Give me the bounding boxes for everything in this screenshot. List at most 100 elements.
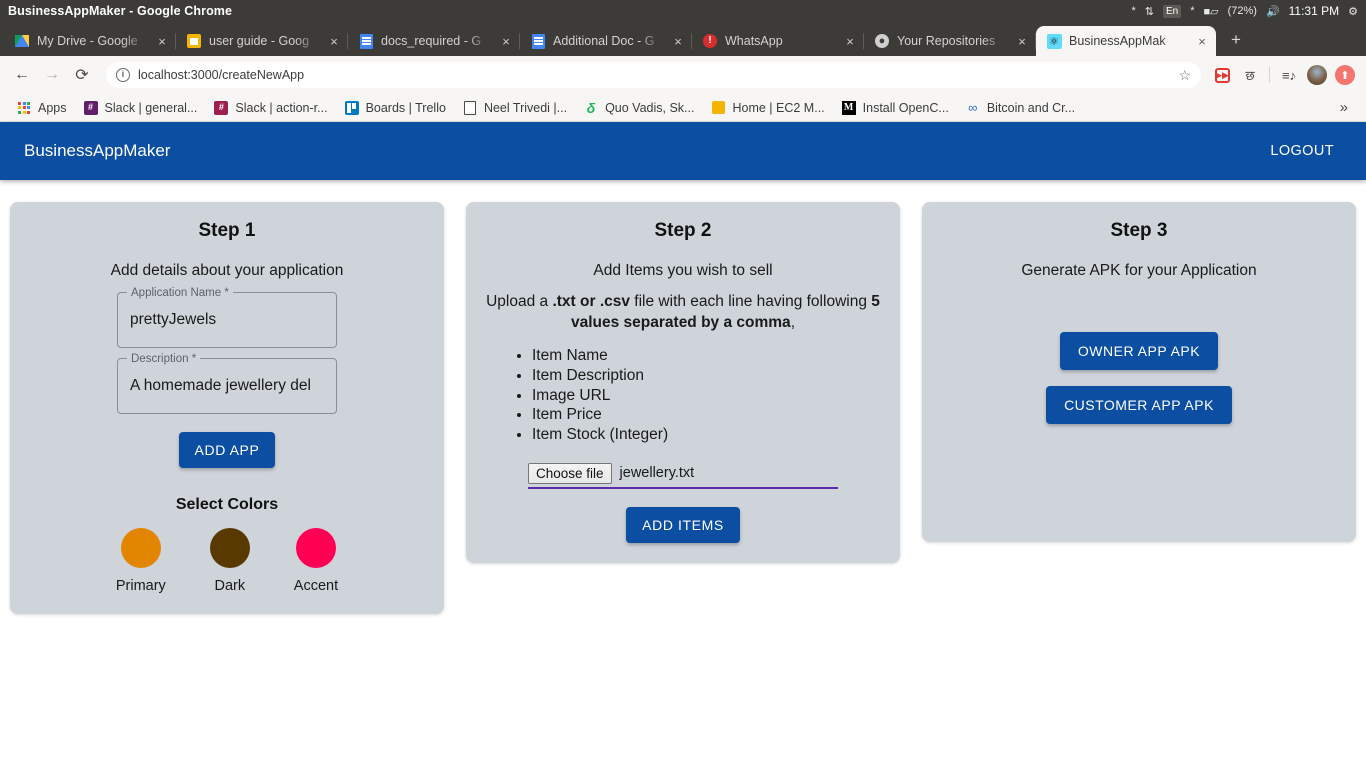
description-field-wrap: Description * A homemade jewellery del [117,352,337,414]
browser-tab[interactable]: docs_required - G × [348,26,520,56]
step2-title: Step 2 [654,220,712,241]
bookmark-label: Bitcoin and Cr... [986,100,1076,115]
logout-button[interactable]: LOGOUT [1262,137,1342,165]
os-titlebar: BusinessAppMaker - Google Chrome * ⇅ En … [0,0,1366,22]
document-icon [462,100,478,116]
app-name-value: prettyJewels [130,311,217,328]
browser-tab[interactable]: ! WhatsApp × [692,26,864,56]
step3-title: Step 3 [1110,220,1168,241]
step2-subtitle: Add Items you wish to sell [593,262,773,279]
react-icon: ⚛ [1046,33,1062,49]
browser-tab[interactable]: ● Your Repositories × [864,26,1036,56]
color-swatch-primary[interactable] [120,528,161,568]
owner-app-apk-button[interactable]: OWNER APP APK [1059,332,1219,370]
address-bar[interactable]: i localhost:3000/createNewApp ☆ [106,62,1201,88]
bookmark-label: Slack | general... [104,100,198,115]
reading-list-icon[interactable]: ≡♪ [1276,62,1302,88]
url-text[interactable]: localhost:3000/createNewApp [138,68,1170,82]
color-swatch-dark[interactable] [209,528,250,568]
close-icon[interactable]: × [1194,33,1210,49]
bookmark-label: Neel Trivedi |... [483,100,568,115]
close-icon[interactable]: × [670,33,686,49]
close-icon[interactable]: × [842,33,858,49]
network-updown-icon[interactable]: ⇅ [1145,5,1154,18]
browser-tab[interactable]: Additional Doc - G × [520,26,692,56]
bluetooth-icon[interactable]: * [1131,5,1135,17]
select-colors-title: Select Colors [175,496,279,513]
app-name-input[interactable]: Application Name * prettyJewels [117,286,337,348]
add-items-button[interactable]: ADD ITEMS [626,506,740,543]
avatar[interactable] [1304,62,1330,88]
close-icon[interactable]: × [326,33,342,49]
color-swatch-accent[interactable] [295,528,336,568]
browser-tab-active[interactable]: ⚛ BusinessAppMak × [1036,26,1216,56]
browser-tab[interactable]: user guide - Goog × [176,26,348,56]
dark-color-picker[interactable]: Dark [209,528,250,594]
close-icon[interactable]: × [154,33,170,49]
customer-app-apk-button[interactable]: CUSTOMER APP APK [1046,386,1232,424]
bookmark-quo-vadis[interactable]: δ Quo Vadis, Sk... [575,97,702,119]
tab-label: My Drive - Google [37,34,138,48]
step1-title: Step 1 [198,220,256,241]
bookmark-label: Apps [38,100,67,115]
app-name-field-wrap: Application Name * prettyJewels [117,286,337,348]
bookmarks-overflow-button[interactable]: » [1330,99,1358,116]
description-label: Description * [127,352,201,366]
gear-icon[interactable]: ⚙ [1348,5,1358,18]
bookmark-label: Home | EC2 M... [732,100,825,115]
bookmark-slack-action[interactable]: # Slack | action-r... [205,97,335,119]
color-swatch-row: Primary Dark Accent [26,528,428,594]
back-arrow-icon[interactable]: ← [8,61,36,89]
bookmark-slack-general[interactable]: # Slack | general... [75,97,206,119]
bookmark-neel-trivedi[interactable]: Neel Trivedi |... [454,97,575,119]
step3-subtitle: Generate APK for your Application [1021,262,1257,279]
system-tray: * ⇅ En * ■▱ (72%) 🔊 11:31 PM ⚙ [1131,4,1358,18]
google-docs-icon [530,33,546,49]
tab-label: BusinessAppMak [1069,34,1166,48]
accent-color-picker[interactable]: Accent [294,528,338,594]
list-item: Item Name [532,346,884,366]
description-value: A homemade jewellery del [130,377,311,394]
app-header: BusinessAppMaker LOGOUT [0,122,1366,180]
info-icon[interactable]: i [116,68,130,82]
close-icon[interactable]: × [1014,33,1030,49]
extension-icon[interactable]: छ [1237,62,1263,88]
list-item: Item Description [532,366,884,386]
extension-icon[interactable]: ▶▶ [1209,62,1235,88]
bluetooth-icon[interactable]: * [1190,5,1194,17]
keyboard-layout-indicator[interactable]: En [1162,4,1182,18]
close-icon[interactable]: × [498,33,514,49]
list-item: Item Price [532,405,884,425]
new-tab-button[interactable]: + [1222,26,1250,54]
tab-label: docs_required - G [381,34,482,48]
volume-icon[interactable]: 🔊 [1266,5,1280,18]
choose-file-button[interactable]: Choose file [528,462,612,484]
upload-note-part3: , [790,313,795,331]
forward-arrow-icon[interactable]: → [38,61,66,89]
description-input[interactable]: Description * A homemade jewellery del [117,352,337,414]
upload-instructions: Upload a .txt or .csv file with each lin… [482,292,884,334]
swatch-label: Primary [115,578,166,594]
clock[interactable]: 11:31 PM [1289,4,1339,18]
file-input[interactable]: Choose file jewellery.txt [528,462,838,489]
primary-color-picker[interactable]: Primary [116,528,166,594]
reload-icon[interactable]: ⟳ [68,61,96,89]
github-icon: ● [874,33,890,49]
package-icon [710,100,726,116]
bookmark-apps[interactable]: Apps [8,97,75,119]
google-slides-icon [186,33,202,49]
browser-tab[interactable]: My Drive - Google × [4,26,176,56]
step1-subtitle: Add details about your application [110,262,344,279]
star-icon[interactable]: ☆ [1178,67,1191,84]
update-icon[interactable]: ⬆ [1332,62,1358,88]
battery-icon[interactable]: ■▱ [1203,5,1218,18]
bookmark-ec2-home[interactable]: Home | EC2 M... [702,97,832,119]
browser-toolbar: ← → ⟳ i localhost:3000/createNewApp ☆ ▶▶… [0,56,1366,94]
add-app-button[interactable]: ADD APP [178,432,276,468]
bookmark-trello[interactable]: Boards | Trello [336,97,454,119]
bookmark-install-opencv[interactable]: M Install OpenC... [833,97,957,119]
list-item: Image URL [532,386,884,406]
step1-card: Step 1 Add details about your applicatio… [10,202,444,614]
bookmark-bitcoin[interactable]: ∞ Bitcoin and Cr... [957,97,1083,119]
step3-card: Step 3 Generate APK for your Application… [922,202,1356,542]
